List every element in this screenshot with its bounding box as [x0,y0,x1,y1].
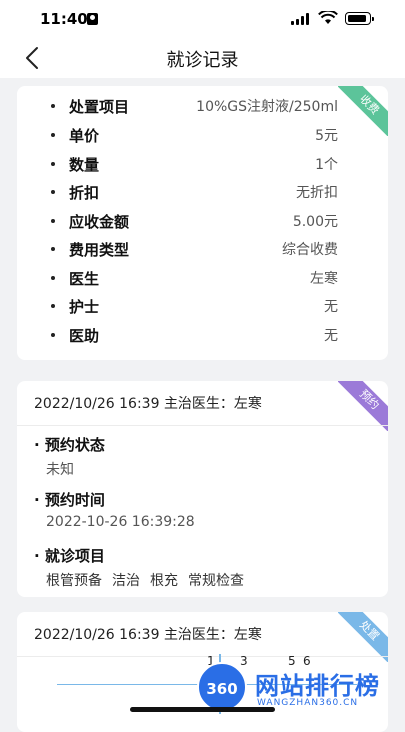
card-header: 2022/10/26 16:39 主治医生：左寒 [17,381,388,426]
card-header: 2022/10/26 16:39 主治医生：左寒 [17,612,388,657]
appointment-time-label: · 预约时间 [34,491,105,509]
visit-item-tag: 根管预备 [46,573,102,589]
kv-row: 应收金额 5.00元 [17,211,388,233]
watermark-title: 网站排行榜 [255,672,380,700]
person-icon [87,13,98,25]
bullet-icon [51,333,55,337]
signal-icon [291,13,313,25]
kv-row: 折扣 无折扣 [17,182,388,204]
bullet-icon [51,276,55,280]
kv-label: 应收金额 [69,213,130,231]
kv-value: 5.00元 [292,214,338,230]
page-title: 就诊记录 [166,50,239,71]
kv-row: 费用类型 综合收费 [17,239,388,261]
appointment-card[interactable]: 预约 2022/10/26 16:39 主治医生：左寒 · 预约状态 未知 · … [17,381,388,597]
record-header: 2022/10/26 16:39 主治医生：左寒 [34,627,262,643]
kv-row: 医生 左寒 [17,268,388,290]
kv-label: 费用类型 [69,241,130,259]
visit-item-tag: 洁治 [112,573,140,589]
kv-value: 5元 [315,128,338,144]
kv-label: 处置项目 [69,98,130,116]
kv-value: 左寒 [310,271,338,287]
battery-icon [345,12,374,25]
kv-value: 10%GS注射液/250ml [196,99,338,115]
kv-row: 单价 5元 [17,125,388,147]
visit-item-tag: 常规检查 [188,573,244,589]
kv-label: 护士 [69,298,100,316]
kv-row: 处置项目 10%GS注射液/250ml [17,96,388,118]
kv-row: 数量 1个 [17,154,388,176]
kv-label: 医助 [69,327,100,345]
bullet-icon [51,162,55,166]
nav-bar: 就诊记录 [0,38,405,78]
bullet-icon [51,190,55,194]
appointment-status-value: 未知 [46,462,74,478]
visit-items: 根管预备 洁治 根充 常规检查 [46,570,254,590]
appointment-time-value: 2022-10-26 16:39:28 [46,514,195,530]
visit-items-label: · 就诊项目 [34,547,105,565]
kv-value: 综合收费 [282,242,338,258]
kv-value: 1个 [315,157,338,173]
bullet-icon [51,104,55,108]
record-header: 2022/10/26 16:39 主治医生：左寒 [34,396,262,412]
kv-label: 医生 [69,270,100,288]
charge-card: 收费 处置项目 10%GS注射液/250ml 单价 5元 数量 1个 折扣 无折… [17,86,388,360]
watermark-logo: 360 [197,662,247,712]
kv-value: 无 [324,299,338,315]
kv-label: 单价 [69,127,100,145]
bullet-icon [51,133,55,137]
kv-row: 医助 无 [17,325,388,347]
appointment-status-label: · 预约状态 [34,436,105,454]
kv-value: 无折扣 [296,185,338,201]
kv-label: 数量 [69,156,100,174]
bullet-icon [51,304,55,308]
kv-label: 折扣 [69,184,100,202]
home-indicator[interactable] [130,707,275,712]
visit-item-tag: 根充 [150,573,178,589]
bullet-icon [51,247,55,251]
status-bar: 11:40 [0,0,405,38]
status-time: 11:40 [40,10,88,28]
kv-row: 护士 无 [17,296,388,318]
bullet-icon [51,219,55,223]
wifi-icon [318,11,338,24]
kv-value: 无 [324,328,338,344]
